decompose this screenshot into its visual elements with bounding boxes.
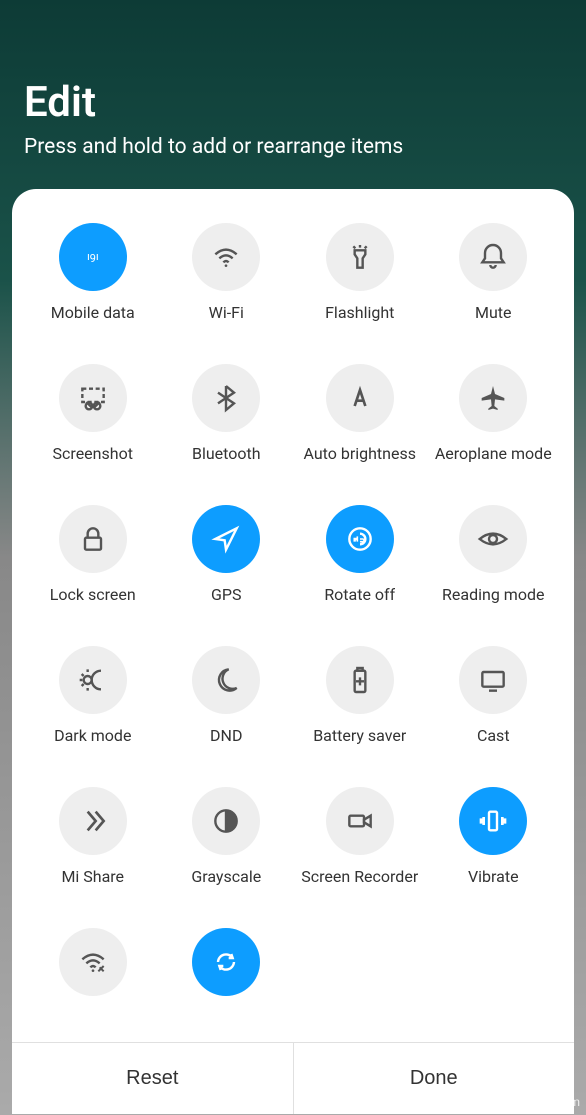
recorder-icon[interactable] [326,787,394,855]
tile-label: Bluetooth [192,444,261,463]
battery-icon[interactable] [326,646,394,714]
tile-label: Reading mode [442,585,544,604]
tile-brightness-a[interactable]: Auto brightness [293,356,427,497]
tile-recorder[interactable]: Screen Recorder [293,779,427,920]
page-subtitle: Press and hold to add or rearrange items [24,135,562,159]
moon-icon[interactable] [192,646,260,714]
bell-icon[interactable] [459,223,527,291]
eye-icon[interactable] [459,505,527,573]
tile-location[interactable]: GPS [160,497,294,638]
tile-sync[interactable] [160,920,294,1042]
tile-share[interactable]: Mi Share [26,779,160,920]
bluetooth-icon[interactable] [192,364,260,432]
tile-label: Flashlight [325,303,394,322]
tiles-panel: ı6ı Mobile data Wi-Fi Flashlight Mute Screens… [12,189,574,1114]
tile-dark-mode[interactable]: Dark mode [26,638,160,779]
tile-lock[interactable]: Lock screen [26,497,160,638]
rotate-icon[interactable] [326,505,394,573]
tile-wifi[interactable]: Wi-Fi [160,215,294,356]
tile-label: Cast [477,726,510,745]
header: Edit Press and hold to add or rearrange … [0,0,586,179]
tile-grayscale[interactable]: Grayscale [160,779,294,920]
watermark: wsxdn.com [519,1095,580,1109]
tile-label: Aeroplane mode [435,444,552,463]
tile-label: Mi Share [61,867,124,886]
tile-bell[interactable]: Mute [427,215,561,356]
tile-label: Battery saver [313,726,406,745]
tile-label: Screenshot [53,444,133,463]
page-title: Edit [24,78,562,127]
tile-label: Vibrate [468,867,519,886]
tile-screenshot[interactable]: Screenshot [26,356,160,497]
tile-mobile-data[interactable]: ı6ı Mobile data [26,215,160,356]
lock-icon[interactable] [59,505,127,573]
tile-label: Wi-Fi [209,303,244,322]
airplane-icon[interactable] [459,364,527,432]
location-icon[interactable] [192,505,260,573]
tile-flashlight[interactable]: Flashlight [293,215,427,356]
wifi-icon[interactable] [192,223,260,291]
tile-label: Dark mode [54,726,131,745]
tile-label: GPS [211,585,242,604]
tile-label: Lock screen [50,585,136,604]
mobile-data-icon[interactable]: ı6ı [59,223,127,291]
tile-label: DND [210,726,242,745]
grayscale-icon[interactable] [192,787,260,855]
screenshot-icon[interactable] [59,364,127,432]
sync-icon[interactable] [192,928,260,996]
tile-label: Screen Recorder [301,867,418,886]
tile-wifi-edit[interactable] [26,920,160,1042]
tile-label: Rotate off [324,585,395,604]
tiles-grid: ı6ı Mobile data Wi-Fi Flashlight Mute Screens… [26,215,560,1042]
footer: Reset Done [12,1042,574,1114]
tile-bluetooth[interactable]: Bluetooth [160,356,294,497]
tile-label: Auto brightness [303,444,416,463]
flashlight-icon[interactable] [326,223,394,291]
tile-vibrate[interactable]: Vibrate [427,779,561,920]
tile-label: Mute [475,303,512,322]
wifi-edit-icon[interactable] [59,928,127,996]
share-icon[interactable] [59,787,127,855]
tile-label: Grayscale [191,867,261,886]
tile-airplane[interactable]: Aeroplane mode [427,356,561,497]
cast-icon[interactable] [459,646,527,714]
tile-rotate[interactable]: Rotate off [293,497,427,638]
tile-battery[interactable]: Battery saver [293,638,427,779]
tile-moon[interactable]: DND [160,638,294,779]
vibrate-icon[interactable] [459,787,527,855]
dark-mode-icon[interactable] [59,646,127,714]
brightness-a-icon[interactable] [326,364,394,432]
tile-label: Mobile data [51,303,135,322]
reset-button[interactable]: Reset [12,1043,294,1114]
tile-eye[interactable]: Reading mode [427,497,561,638]
tile-cast[interactable]: Cast [427,638,561,779]
